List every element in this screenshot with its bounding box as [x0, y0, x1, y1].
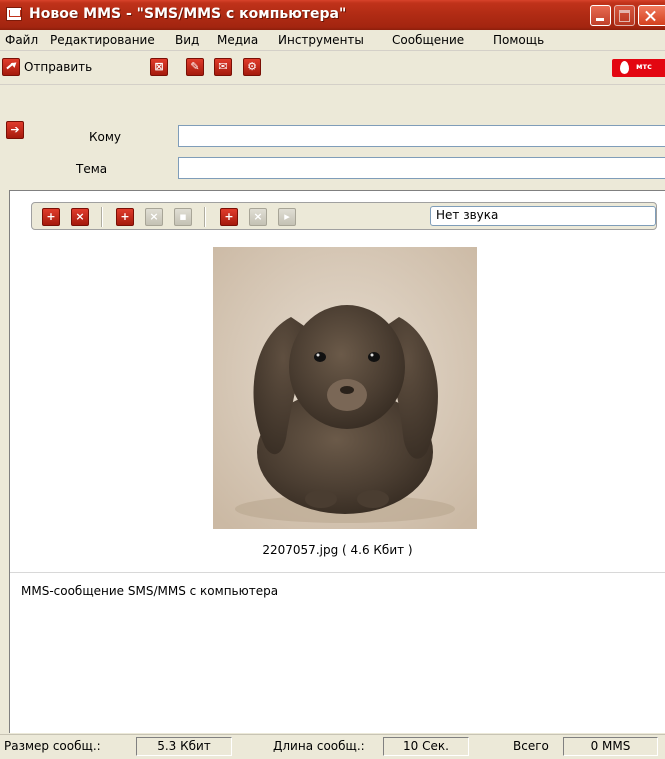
window-title: Новое MMS - "SMS/MMS с компьютера"	[29, 6, 347, 22]
address-book-icon[interactable]: ✎	[186, 58, 204, 76]
subject-field[interactable]	[178, 157, 665, 179]
mts-logo: мтс	[612, 59, 665, 77]
title-bar: Новое MMS - "SMS/MMS с компьютера"	[0, 0, 665, 30]
maximize-button[interactable]	[614, 5, 635, 26]
subject-label: Тема	[76, 162, 108, 176]
menu-help[interactable]: Помощь	[493, 33, 544, 47]
mail-app-icon	[6, 7, 22, 21]
menu-message[interactable]: Сообщение	[392, 33, 464, 47]
close-button[interactable]	[638, 5, 665, 26]
mts-logo-text: мтс	[636, 62, 652, 71]
mts-egg-icon	[620, 61, 629, 74]
total-label: Всего	[513, 739, 549, 753]
message-text[interactable]: MMS-сообщение SMS/MMS с компьютера	[21, 584, 278, 598]
image-properties-icon[interactable]: ▪	[174, 208, 192, 226]
menu-media[interactable]: Медиа	[217, 33, 258, 47]
minimize-button[interactable]	[590, 5, 611, 26]
add-slide-icon[interactable]: +	[42, 208, 60, 226]
menu-edit[interactable]: Редактирование	[50, 33, 155, 47]
toolbar-separator	[101, 207, 103, 227]
add-sound-icon[interactable]: +	[220, 208, 238, 226]
divider	[10, 572, 665, 573]
image-caption: 2207057.jpg ( 4.6 Кбит )	[262, 543, 413, 557]
remove-image-icon[interactable]: ×	[145, 208, 163, 226]
total-value: 0 MMS	[563, 737, 658, 756]
envelope-icon[interactable]: ✉	[214, 58, 232, 76]
size-value: 5.3 Кбит	[136, 737, 232, 756]
delete-slide-icon[interactable]: ×	[71, 208, 89, 226]
toolbar-separator	[204, 207, 206, 227]
send-button[interactable]: Отправить	[2, 56, 92, 78]
sound-properties-icon[interactable]: ▸	[278, 208, 296, 226]
status-bar: Размер сообщ.: 5.3 Кбит Длина сообщ.: 10…	[0, 734, 665, 759]
remove-sound-icon[interactable]: ×	[249, 208, 267, 226]
save-draft-icon[interactable]: ⊠	[150, 58, 168, 76]
address-panel: ➔ Кому Тема	[0, 85, 665, 189]
menu-bar: Файл Редактирование Вид Медиа Инструмент…	[0, 30, 665, 51]
to-label: Кому	[89, 130, 122, 144]
menu-tools[interactable]: Инструменты	[278, 33, 364, 47]
settings-icon[interactable]: ⚙	[243, 58, 261, 76]
menu-file[interactable]: Файл	[5, 33, 38, 47]
length-label: Длина сообщ.:	[273, 739, 365, 753]
to-field[interactable]	[178, 125, 665, 147]
slide-editor: + × + × ▪ + × ▸ Нет звука 2207057.jpg (…	[9, 190, 665, 733]
rabbit-photo	[213, 247, 477, 529]
send-label: Отправить	[24, 60, 93, 74]
main-toolbar: Отправить ⊠ ✎ ✉ ⚙ мтс	[0, 51, 665, 85]
address-book-picker-icon[interactable]: ➔	[6, 121, 24, 139]
send-icon	[2, 58, 20, 76]
sound-select[interactable]: Нет звука	[430, 206, 656, 226]
media-toolbar: + × + × ▪ + × ▸ Нет звука	[31, 202, 657, 230]
length-value: 10 Сек.	[383, 737, 469, 756]
add-image-icon[interactable]: +	[116, 208, 134, 226]
size-label: Размер сообщ.:	[4, 739, 101, 753]
menu-view[interactable]: Вид	[175, 33, 199, 47]
